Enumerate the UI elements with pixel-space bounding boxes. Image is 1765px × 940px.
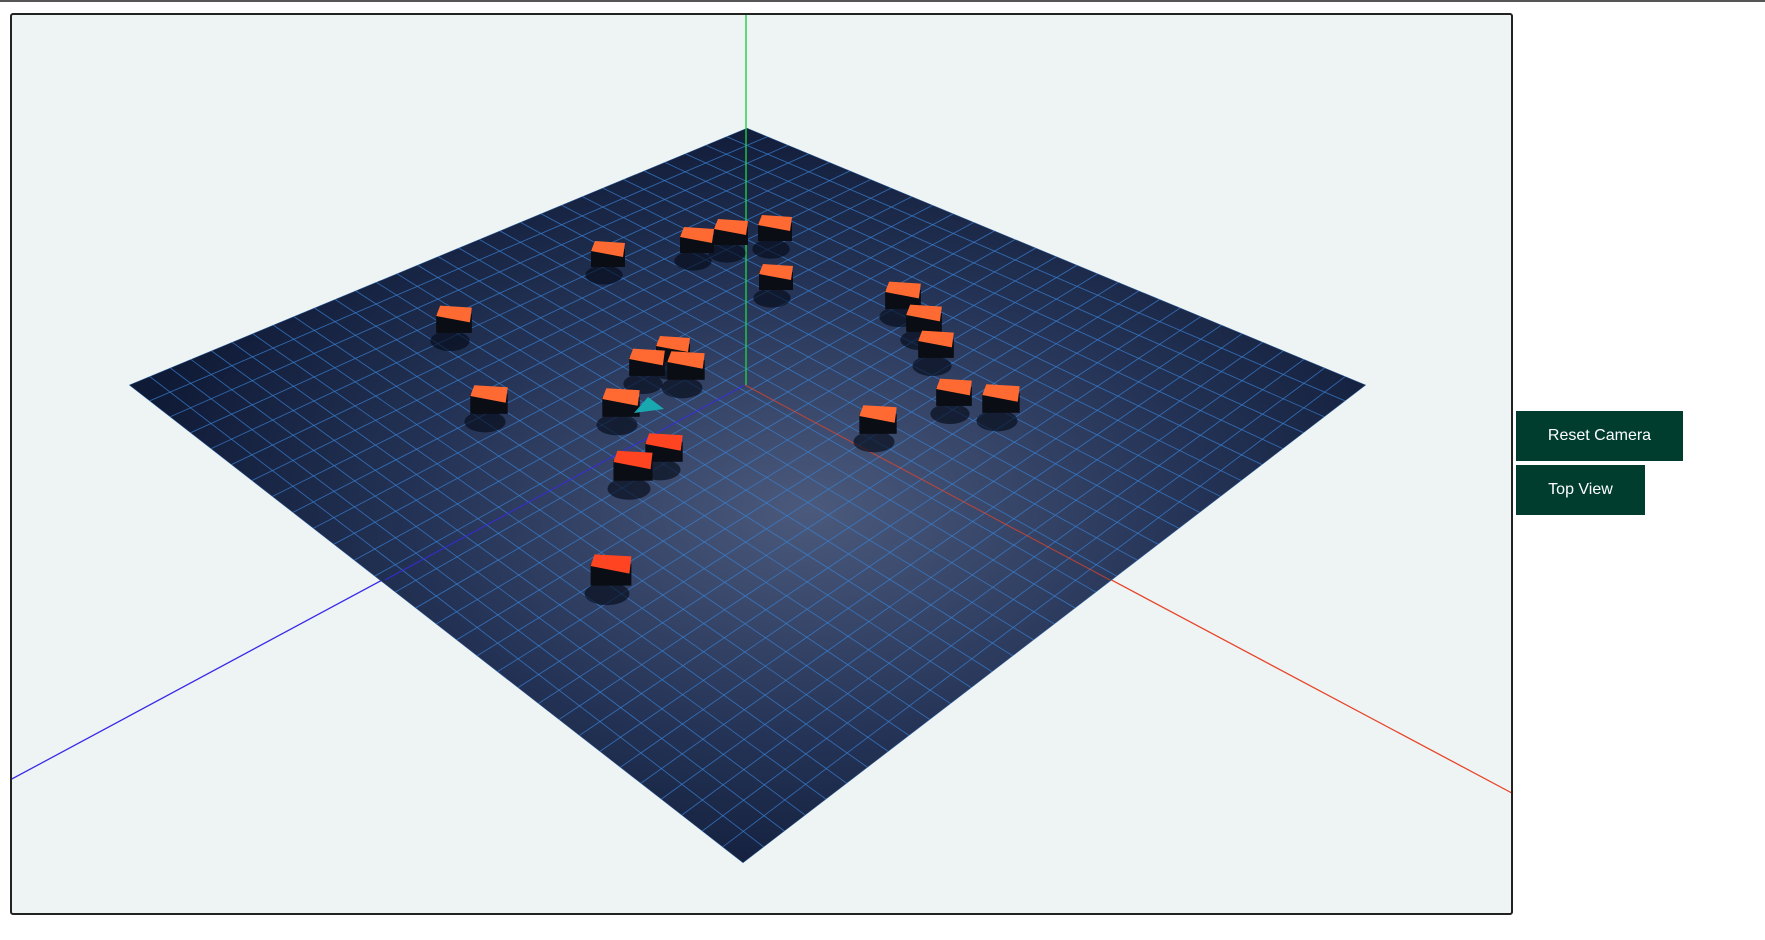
top-view-button[interactable]: Top View <box>1516 465 1645 515</box>
scene-render[interactable] <box>10 13 1513 915</box>
top-rule <box>0 0 1765 2</box>
3d-viewport-canvas[interactable] <box>10 13 1513 915</box>
reset-camera-button[interactable]: Reset Camera <box>1516 411 1683 461</box>
camera-controls: Reset Camera Top View <box>1516 411 1683 519</box>
